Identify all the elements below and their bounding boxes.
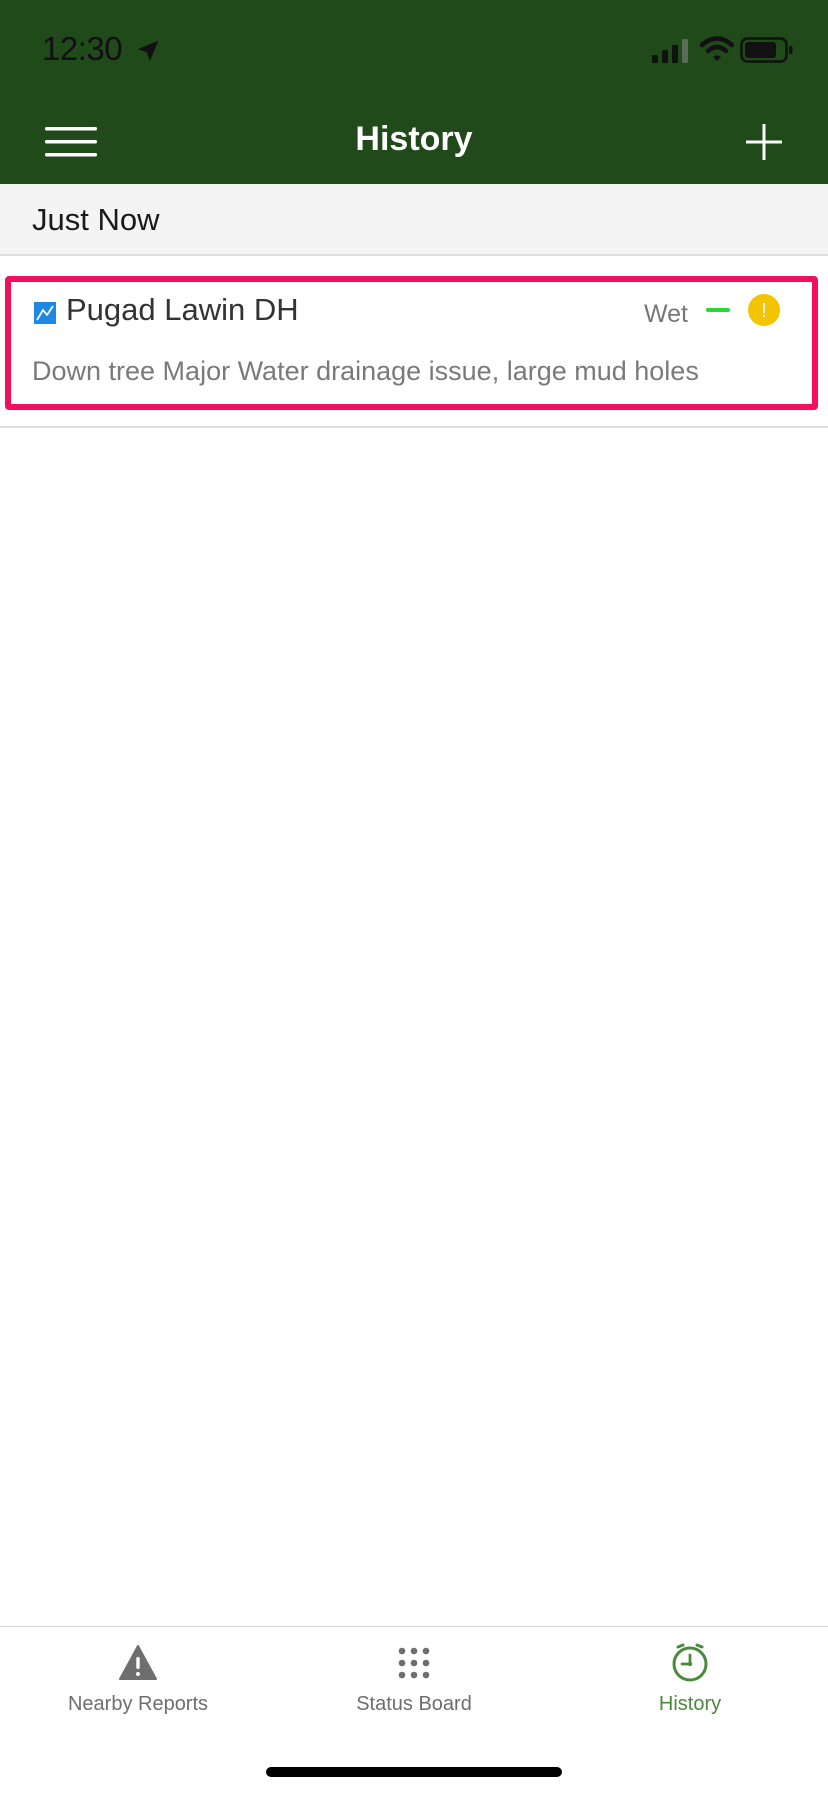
condition-label: Wet bbox=[644, 300, 688, 328]
nav-bar: History bbox=[0, 100, 828, 184]
section-header: Just Now bbox=[0, 184, 828, 256]
section-title: Just Now bbox=[32, 202, 160, 237]
report-description: Down tree Major Water drainage issue, la… bbox=[32, 356, 699, 386]
trail-name: Pugad Lawin DH bbox=[66, 292, 299, 327]
status-bar: 12:30 bbox=[0, 0, 828, 100]
trend-steady-indicator bbox=[706, 308, 730, 312]
tab-label: Nearby Reports bbox=[67, 1693, 209, 1715]
trail-chart-icon bbox=[34, 302, 56, 324]
app-header: 12:30 History bbox=[0, 0, 828, 184]
tab-bar: Nearby Reports Status Board History bbox=[0, 1626, 828, 1793]
tab-label: History bbox=[658, 1693, 722, 1715]
report-list-item[interactable]: Pugad Lawin DH Wet ! Down tree Major Wat… bbox=[0, 256, 828, 428]
wifi-icon bbox=[700, 36, 734, 61]
tab-label: Status Board bbox=[356, 1693, 472, 1715]
cellular-signal-icon bbox=[652, 39, 688, 63]
battery-icon bbox=[740, 37, 793, 63]
tab-history[interactable]: History bbox=[552, 1643, 828, 1733]
tab-status-board[interactable]: Status Board bbox=[276, 1643, 552, 1733]
alert-icon: ! bbox=[748, 294, 780, 326]
home-indicator[interactable] bbox=[266, 1767, 562, 1777]
clock-icon bbox=[672, 1643, 708, 1682]
status-time: 12:30 bbox=[42, 30, 123, 67]
alert-glyph: ! bbox=[761, 300, 767, 322]
add-report-button[interactable] bbox=[736, 114, 792, 170]
warning-triangle-icon bbox=[119, 1645, 157, 1680]
tab-nearby-reports[interactable]: Nearby Reports bbox=[0, 1643, 276, 1733]
plus-icon bbox=[746, 124, 782, 160]
page-title: History bbox=[355, 120, 473, 158]
grid-dots-icon bbox=[398, 1647, 430, 1679]
location-arrow-icon bbox=[137, 40, 159, 62]
